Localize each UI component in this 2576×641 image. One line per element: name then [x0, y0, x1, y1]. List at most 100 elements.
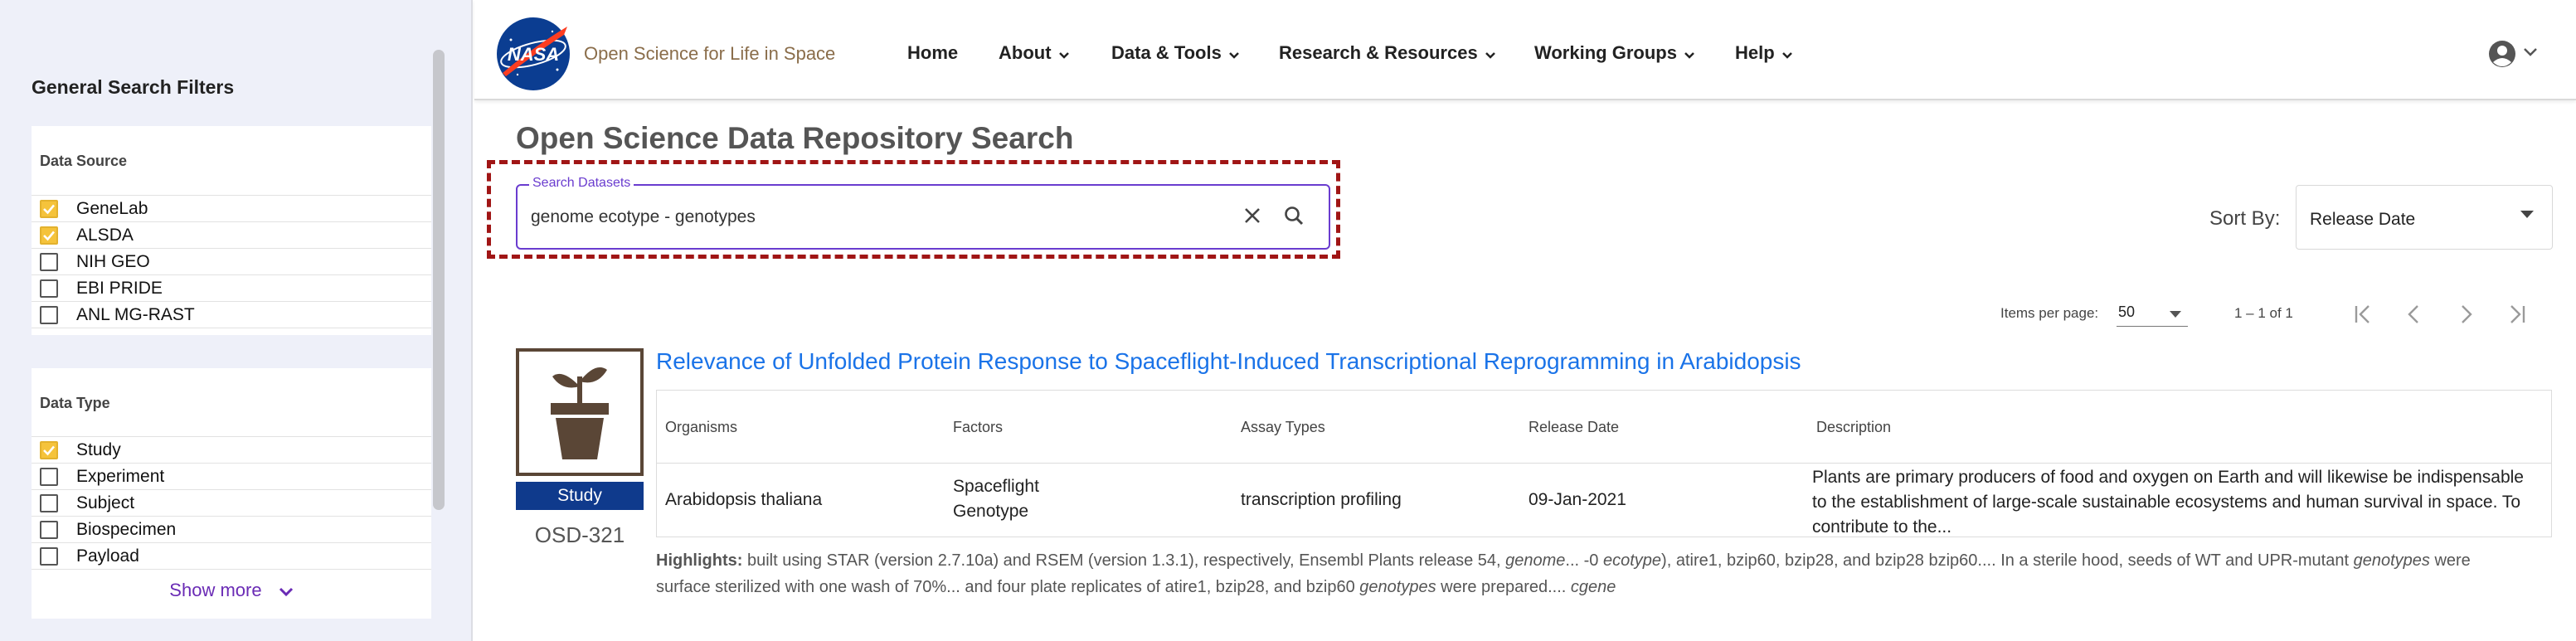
check-icon — [43, 204, 55, 214]
items-per-page-select[interactable]: 50 — [2117, 300, 2188, 327]
data-source-title: Data Source — [40, 153, 128, 169]
logo-wordmark: NASA — [508, 44, 559, 65]
show-more-button[interactable]: Show more — [32, 580, 431, 602]
caret-down-icon — [2520, 211, 2534, 218]
search-icon[interactable] — [1282, 204, 1305, 227]
previous-page-icon[interactable] — [2400, 300, 2428, 328]
page-title: Open Science Data Repository Search — [516, 121, 1074, 155]
checkbox[interactable] — [40, 520, 58, 539]
filter-option-payload[interactable]: Payload — [32, 543, 431, 570]
highlights-fragment: were prepared.... — [1436, 578, 1571, 596]
nav-data-tools-label: Data & Tools — [1111, 42, 1222, 63]
pagination-range: 1 – 1 of 1 — [2234, 305, 2293, 321]
filter-option-alsda[interactable]: ALSDA — [32, 222, 431, 249]
chevron-down-icon — [279, 580, 294, 602]
result-metadata-table: Organisms Factors Assay Types Release Da… — [656, 390, 2552, 537]
nav-home[interactable]: Home — [907, 42, 958, 64]
checkbox[interactable] — [40, 493, 58, 512]
next-page-icon[interactable] — [2452, 300, 2480, 328]
checkbox[interactable] — [40, 252, 58, 271]
search-input[interactable]: genome ecotype - genotypes — [531, 207, 756, 227]
filter-option-label: EBI PRIDE — [76, 278, 163, 298]
filter-option-label: Experiment — [76, 466, 165, 486]
result-title-link[interactable]: Relevance of Unfolded Protein Response t… — [656, 348, 1801, 375]
data-source-list: GeneLab ALSDA NIH GEO EBI PRIDE ANL MG-RAST — [32, 195, 431, 328]
sort-by-label: Sort By: — [2209, 207, 2281, 230]
study-plant-icon[interactable] — [516, 348, 644, 476]
sidebar-scrollbar[interactable] — [433, 50, 445, 510]
filter-option-label: NIH GEO — [76, 251, 150, 271]
table-header: Organisms Factors Assay Types Release Da… — [657, 391, 2551, 464]
nav-home-label: Home — [907, 42, 959, 63]
filter-option-experiment[interactable]: Experiment — [32, 464, 431, 490]
highlights-match: genotypes — [1359, 578, 1436, 596]
items-per-page-value: 50 — [2118, 304, 2136, 320]
nav-working-groups-label: Working Groups — [1534, 42, 1677, 63]
filter-option-anl-mg-rast[interactable]: ANL MG-RAST — [32, 302, 431, 328]
check-icon — [43, 445, 55, 455]
check-icon — [43, 231, 55, 240]
highlights-match: genome — [1505, 551, 1566, 570]
highlights-fragment: built using STAR (version 2.7.10a) and R… — [742, 551, 1506, 570]
col-organisms: Organisms — [665, 419, 738, 435]
search-datasets-field[interactable]: Search Datasets genome ecotype - genotyp… — [516, 176, 1330, 250]
checkbox[interactable] — [40, 279, 58, 298]
filter-option-label: GeneLab — [76, 198, 148, 218]
close-icon[interactable] — [1241, 204, 1264, 227]
checkbox-checked[interactable] — [40, 226, 58, 245]
checkbox-checked[interactable] — [40, 440, 58, 459]
chevron-down-icon[interactable] — [2523, 46, 2538, 61]
search-label: Search Datasets — [529, 176, 634, 191]
highlights-label: Highlights: — [656, 551, 743, 570]
organism-value: Arabidopsis thaliana — [665, 490, 823, 509]
col-factors: Factors — [953, 419, 1004, 435]
highlights-fragment: ), atire1, bzip60, bzip28, and bzip28 bz… — [1661, 551, 2354, 570]
caret-down-icon — [2170, 311, 2181, 318]
filter-option-study[interactable]: Study — [32, 437, 431, 464]
checkbox[interactable] — [40, 305, 58, 324]
filter-option-nih-geo[interactable]: NIH GEO — [32, 249, 431, 275]
chevron-down-icon — [1485, 43, 1496, 65]
factor-value: Spaceflight — [953, 477, 1039, 496]
chevron-down-icon — [1058, 43, 1070, 65]
col-assay-types: Assay Types — [1241, 419, 1325, 435]
highlights-match: ecotype — [1602, 551, 1662, 570]
assay-value: transcription profiling — [1241, 490, 1402, 509]
first-page-icon[interactable] — [2349, 300, 2377, 328]
site-name[interactable]: Open Science for Life in Space — [584, 43, 835, 65]
dataset-id: OSD-321 — [534, 522, 625, 547]
nav-about-label: About — [999, 42, 1052, 63]
filter-option-label: Subject — [76, 493, 135, 512]
nasa-logo[interactable]: NASA — [494, 15, 572, 93]
filter-option-label: Payload — [76, 546, 139, 566]
filter-option-ebi-pride[interactable]: EBI PRIDE — [32, 275, 431, 302]
nav-data-tools[interactable]: Data & Tools — [1111, 42, 1240, 65]
checkbox[interactable] — [40, 467, 58, 486]
account-icon[interactable] — [2488, 40, 2516, 68]
highlights-match: genotypes — [2353, 551, 2430, 570]
sort-by-value: Release Date — [2310, 210, 2416, 229]
data-source-panel: Data Source GeneLab ALSDA NIH GEO EBI PRIDE… — [32, 126, 431, 335]
filter-option-subject[interactable]: Subject — [32, 490, 431, 517]
nav-about[interactable]: About — [999, 42, 1070, 65]
filter-option-label: ANL MG-RAST — [76, 304, 195, 324]
sort-by-select[interactable]: Release Date — [2296, 185, 2553, 250]
filter-option-label: ALSDA — [76, 225, 134, 245]
highlights-fragment: ... -0 — [1565, 551, 1603, 570]
nav-research-resources[interactable]: Research & Resources — [1279, 42, 1496, 65]
nav-help[interactable]: Help — [1735, 42, 1793, 65]
description-value: Plants are primary producers of food and… — [1812, 468, 2524, 537]
filter-option-genelab[interactable]: GeneLab — [32, 196, 431, 222]
highlights-match: cgene — [1570, 578, 1616, 596]
checkbox[interactable] — [40, 546, 58, 566]
page: General Search Filters Data Source GeneL… — [0, 0, 2576, 641]
nav-working-groups[interactable]: Working Groups — [1534, 42, 1695, 65]
chevron-down-icon — [1228, 43, 1240, 65]
data-type-title: Data Type — [40, 395, 110, 411]
type-badge: Study — [516, 482, 644, 510]
chevron-down-icon — [1684, 43, 1695, 65]
filter-option-label: Study — [76, 439, 121, 459]
filter-option-biospecimen[interactable]: Biospecimen — [32, 517, 431, 543]
last-page-icon[interactable] — [2503, 300, 2531, 328]
checkbox-checked[interactable] — [40, 199, 58, 218]
